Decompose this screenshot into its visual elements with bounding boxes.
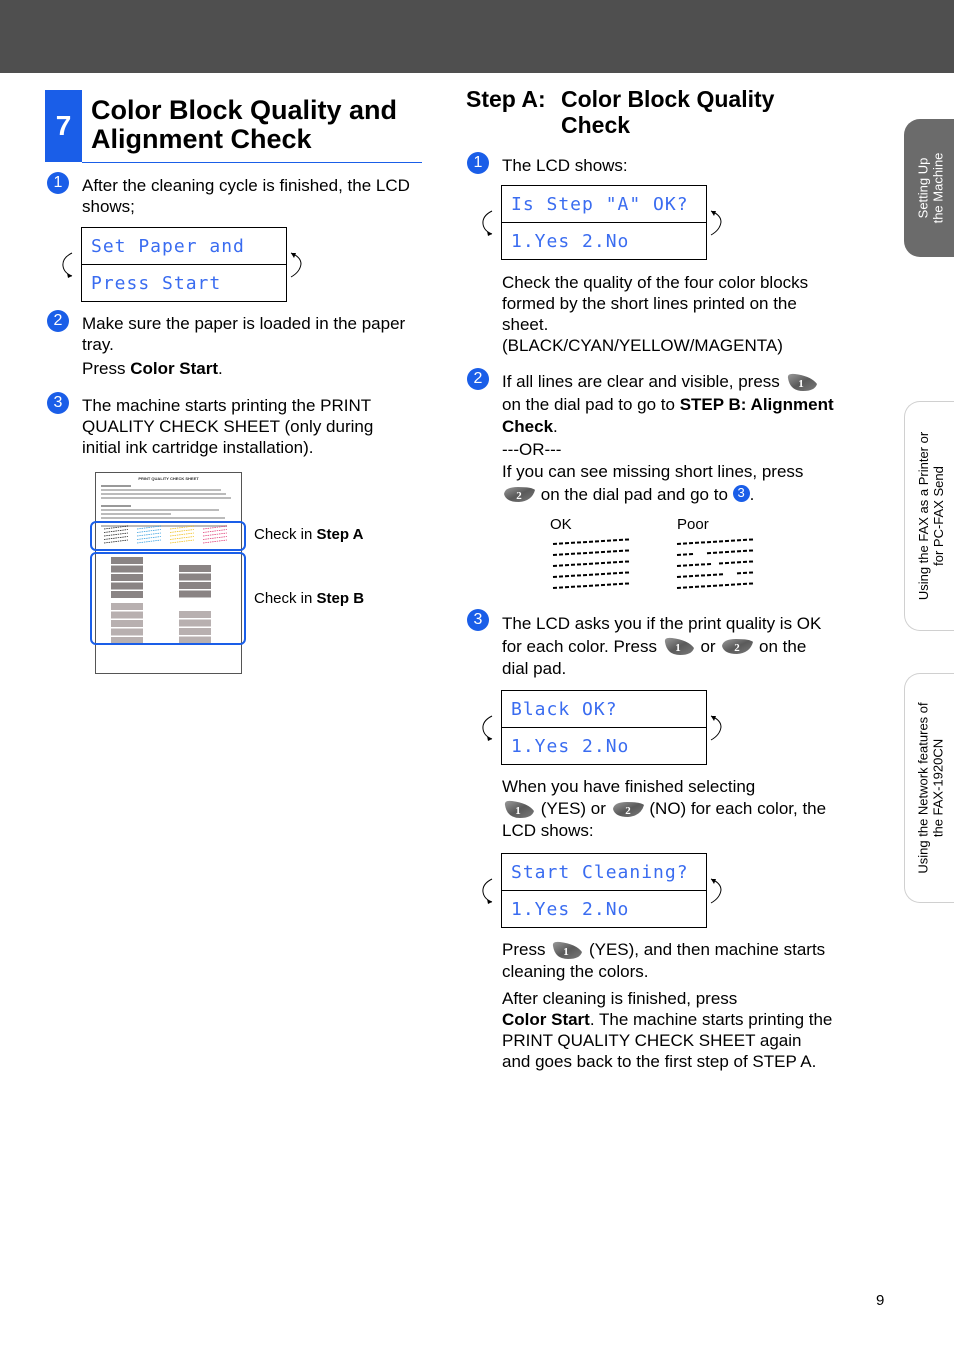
dial-key-2-icon: 2 xyxy=(720,636,754,656)
lcd-line-1: Is Step "A" OK? xyxy=(502,186,706,223)
page-number: 9 xyxy=(876,1292,885,1309)
cycle-arrow-right-icon xyxy=(710,210,722,236)
lcd-display-black-ok: Black OK? 1.Yes 2.No xyxy=(501,690,707,765)
left-step1-text: After the cleaning cycle is finished, th… xyxy=(82,176,410,216)
cycle-arrow-left-icon xyxy=(482,210,493,236)
sample-line-row xyxy=(552,549,630,556)
lcd-display-step-a-ok: Is Step "A" OK? 1.Yes 2.No xyxy=(501,185,707,260)
sample-line-row xyxy=(676,582,754,589)
lcd-line-2: 1.Yes 2.No xyxy=(511,898,630,920)
svg-text:2: 2 xyxy=(735,642,741,654)
step-a-heading: Step A: xyxy=(466,86,546,112)
lcd-line-2: Press Start xyxy=(91,272,222,294)
finished-selecting-text: When you have finished selecting 1 (YES)… xyxy=(502,777,827,840)
lcd-line-1: Set Paper and xyxy=(82,228,286,265)
sample-line-row xyxy=(676,560,754,567)
right-step3-text: The LCD asks you if the print quality is… xyxy=(502,614,822,678)
cycle-arrow-right-icon xyxy=(710,715,722,741)
poor-sample-label: Poor xyxy=(677,516,709,533)
dial-key-2-icon: 2 xyxy=(611,799,645,819)
cycle-arrow-left-icon xyxy=(482,878,493,904)
dial-key-1-icon: 1 xyxy=(502,799,536,819)
cycle-arrow-left-icon xyxy=(62,252,73,278)
sample-line-row xyxy=(552,560,630,567)
sample-line-row xyxy=(676,571,754,578)
step-number-2: 2 xyxy=(467,368,489,390)
lcd-display-set-paper: Set Paper and Press Start xyxy=(81,227,287,302)
svg-text:1: 1 xyxy=(798,378,804,390)
lcd-line-2: 1.Yes 2.No xyxy=(511,735,630,757)
ok-sample-lines xyxy=(552,538,630,589)
check-step-b-label: Check in Step B xyxy=(254,590,365,607)
section-number-badge: 7 xyxy=(45,90,82,162)
lcd-line-2: 1.Yes 2.No xyxy=(511,230,630,252)
svg-text:1: 1 xyxy=(563,946,569,958)
color-start-key-label: Color Start xyxy=(130,359,219,378)
section-title-line2: Alignment Check xyxy=(91,124,312,154)
right-step2-text: If all lines are clear and visible, pres… xyxy=(502,372,834,504)
step-b-highlight-frame xyxy=(90,552,246,645)
left-step3-text: The machine starts printing the PRINT QU… xyxy=(82,396,374,457)
dial-key-1-icon: 1 xyxy=(662,636,696,656)
lcd-display-start-cleaning: Start Cleaning? 1.Yes 2.No xyxy=(501,853,707,928)
step-a-title: Color Block Quality Check xyxy=(561,86,775,138)
svg-text:2: 2 xyxy=(516,490,522,502)
right-step1-text: The LCD shows: xyxy=(502,156,628,175)
dial-key-2-icon: 2 xyxy=(502,484,536,504)
sample-line-row xyxy=(552,582,630,589)
section-divider xyxy=(82,162,422,163)
step-a-highlight-frame xyxy=(90,521,246,551)
lcd-line-1: Start Cleaning? xyxy=(502,854,706,891)
sample-line-row xyxy=(552,538,630,545)
svg-text:2: 2 xyxy=(625,805,631,817)
sample-line-row xyxy=(552,571,630,578)
side-tab-network-features[interactable]: Using the Network features of the FAX-192… xyxy=(904,673,954,903)
header-bar xyxy=(0,0,954,73)
check-quality-text: Check the quality of the four color bloc… xyxy=(502,273,809,355)
press-yes-text: Press 1 (YES), and then machine starts c… xyxy=(502,940,826,981)
section-title: Color Block Quality and Alignment Check xyxy=(91,96,397,154)
section-title-line1: Color Block Quality and xyxy=(91,95,398,125)
svg-text:1: 1 xyxy=(675,642,681,654)
dial-key-1-icon: 1 xyxy=(785,372,819,392)
step-a-prefix: Step A: xyxy=(466,86,546,112)
side-tab-setting-up[interactable]: Setting Up the Machine xyxy=(904,119,954,257)
check-step-a-label: Check in Step A xyxy=(254,526,364,543)
cycle-arrow-right-icon xyxy=(710,878,722,904)
sheet-title: PRINT QUALITY CHECK SHEET xyxy=(138,476,199,481)
section-number: 7 xyxy=(55,110,72,141)
sample-line-row xyxy=(676,538,754,545)
cycle-arrow-left-icon xyxy=(482,715,493,741)
step-number-3: 3 xyxy=(467,609,489,631)
step-number-1: 1 xyxy=(467,152,489,174)
goto-step-3-badge: 3 xyxy=(732,484,750,502)
cycle-arrow-right-icon xyxy=(290,252,302,278)
lcd-line-1: Black OK? xyxy=(502,691,706,728)
ok-sample-label: OK xyxy=(550,516,572,533)
step-number-3: 3 xyxy=(47,392,69,414)
side-tab-fax-printer[interactable]: Using the FAX as a Printer or for PC-FAX … xyxy=(904,401,954,631)
dial-key-1-icon: 1 xyxy=(550,940,584,960)
sample-line-row xyxy=(676,549,754,556)
svg-text:1: 1 xyxy=(515,805,521,817)
after-cleaning-text: After cleaning is finished, press Color … xyxy=(502,989,833,1071)
step-number-2: 2 xyxy=(47,310,69,332)
left-step2-text: Make sure the paper is loaded in the pap… xyxy=(82,314,406,378)
poor-sample-lines xyxy=(676,538,754,589)
step-number-1: 1 xyxy=(47,172,69,194)
